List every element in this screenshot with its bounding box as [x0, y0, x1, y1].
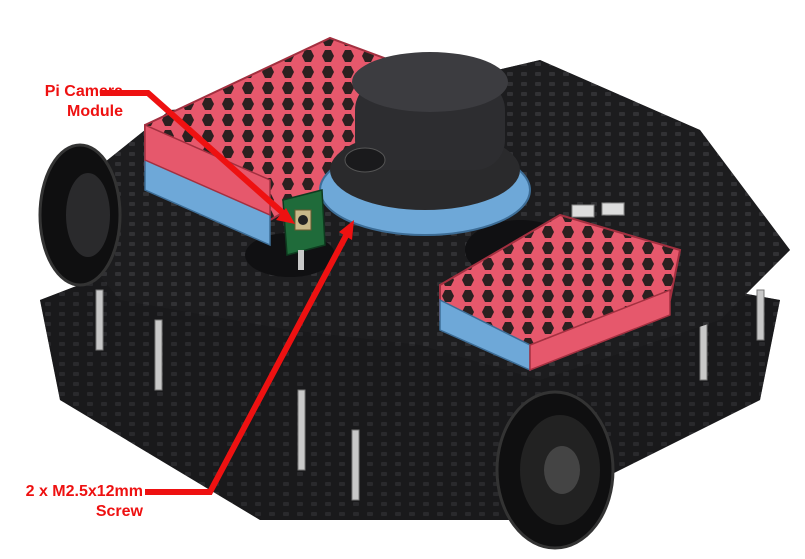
callout-pi-camera-line1: Pi Camera: [44, 83, 123, 100]
callout-pi-camera-module: Pi Camera Module: [0, 82, 123, 122]
callout-screw-line1: 2 x M2.5x12mm: [25, 483, 143, 500]
callout-screw: 2 x M2.5x12mm Screw: [0, 482, 143, 522]
callout-screw-line2: Screw: [95, 503, 143, 520]
callout-pi-camera-line2: Module: [67, 103, 123, 120]
wheel-left: [38, 143, 122, 287]
wheel-front: [495, 390, 615, 550]
